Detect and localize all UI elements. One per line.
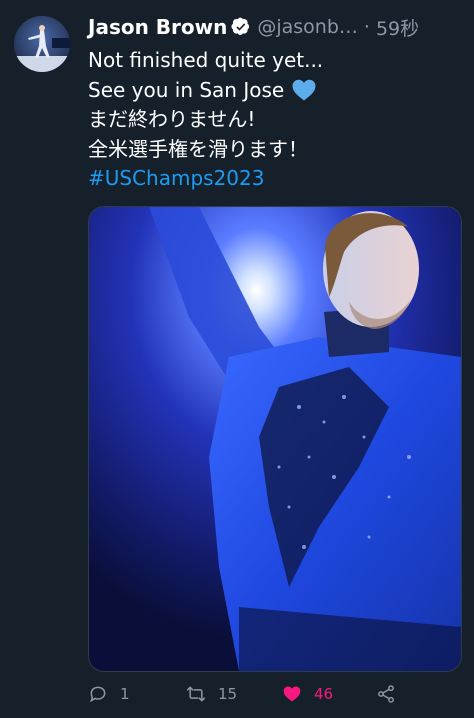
tweet-photo[interactable] bbox=[88, 206, 462, 672]
tweet-line-2-text: See you in San Jose bbox=[88, 77, 285, 102]
display-name[interactable]: Jason Brown bbox=[88, 15, 227, 39]
retweet-button[interactable]: 15 bbox=[186, 680, 237, 708]
separator-dot: · bbox=[363, 16, 370, 38]
tweet-line-4: 全米選手権を滑ります！ bbox=[88, 136, 308, 161]
verified-badge-icon bbox=[231, 17, 250, 36]
user-handle[interactable]: @jasonb… bbox=[257, 16, 358, 38]
tweet-line-1: Not finished quite yet... bbox=[88, 48, 324, 72]
share-icon bbox=[378, 685, 394, 703]
avatar[interactable] bbox=[14, 16, 70, 72]
reply-count: 1 bbox=[120, 685, 130, 703]
reply-button[interactable]: 1 bbox=[88, 680, 130, 708]
tweet-header: Jason Brown @jasonb… · 59秒 bbox=[88, 12, 468, 42]
reply-icon bbox=[89, 686, 106, 703]
avatar-image bbox=[14, 16, 70, 72]
retweet-count: 15 bbox=[218, 685, 238, 703]
timestamp[interactable]: 59秒 bbox=[376, 14, 419, 41]
tweet-line-2: See you in San Jose bbox=[88, 76, 468, 106]
blue-heart-icon bbox=[292, 80, 316, 101]
tweet-actions: 1 15 46 bbox=[88, 680, 460, 708]
like-button[interactable]: 46 bbox=[282, 680, 333, 708]
share-button[interactable] bbox=[376, 680, 396, 708]
retweet-icon bbox=[186, 686, 206, 702]
like-count: 46 bbox=[314, 685, 334, 703]
hashtag-link[interactable]: #USChamps2023 bbox=[88, 164, 468, 194]
tweet-line-3: まだ終わりません! bbox=[88, 107, 256, 131]
heart-icon bbox=[283, 686, 301, 702]
tweet-text: Not finished quite yet... See you in San… bbox=[88, 46, 468, 194]
skater-photo-image bbox=[89, 207, 461, 671]
